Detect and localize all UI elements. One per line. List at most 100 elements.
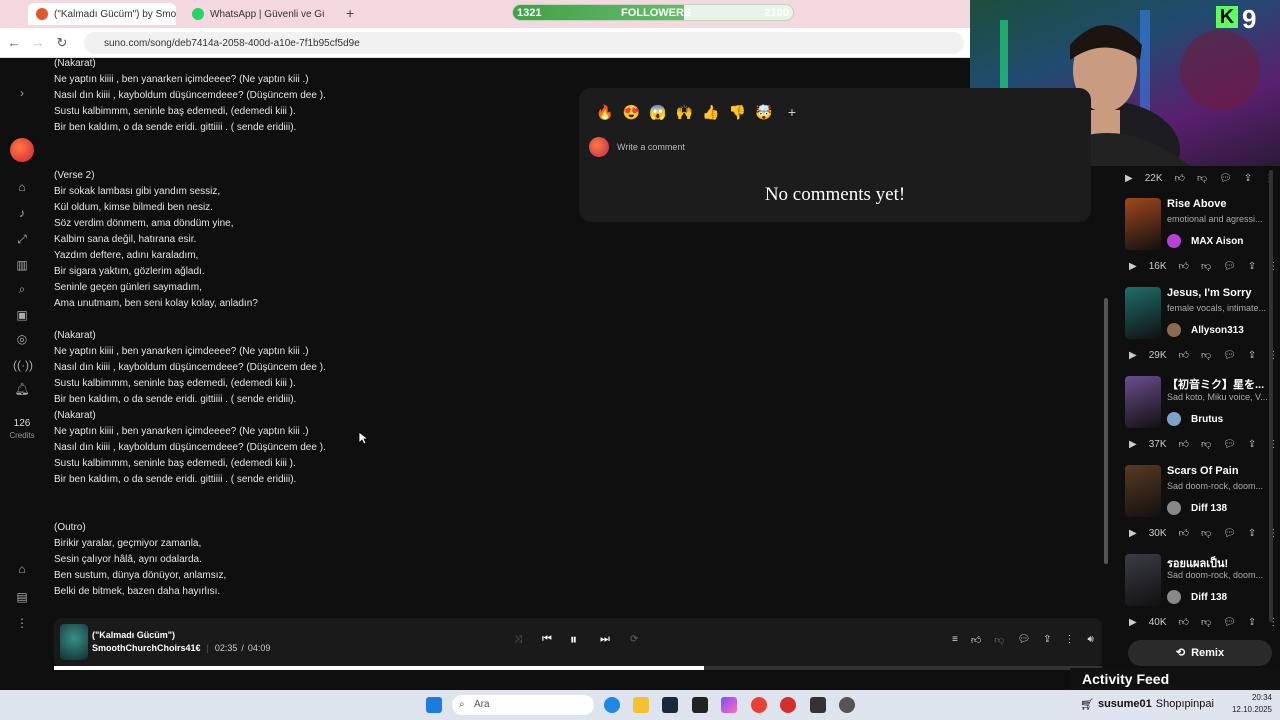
reaction-emoji[interactable]: 👍 xyxy=(701,102,721,122)
tab-whatsapp[interactable]: WhatsApp | Güvenli ve Güvenilir xyxy=(184,3,324,25)
file-explorer-icon[interactable] xyxy=(633,697,649,713)
dislike-icon[interactable]: 👎︎ xyxy=(1201,527,1211,539)
comment-icon[interactable]: 💬︎ xyxy=(1223,350,1236,361)
song-card[interactable]: Rise Above emotional and agressi... MAX Ai… xyxy=(1125,194,1278,283)
now-playing-cover[interactable] xyxy=(60,624,88,660)
previous-icon[interactable]: ⏮︎ xyxy=(542,633,552,646)
dislike-icon[interactable]: 👎︎ xyxy=(1197,172,1207,184)
reload-icon[interactable]: ↻ xyxy=(54,35,70,51)
song-thumbnail[interactable] xyxy=(1125,287,1161,339)
volume-icon[interactable]: 🔊︎ xyxy=(1088,634,1094,646)
studio-icon[interactable]: ▣ xyxy=(13,306,31,324)
scrollbar[interactable] xyxy=(1104,298,1108,564)
song-title[interactable]: 【初音ミク】星を... xyxy=(1167,376,1279,392)
edge-icon[interactable] xyxy=(604,697,620,713)
reaction-emoji[interactable]: 😍 xyxy=(622,102,642,122)
like-icon[interactable]: 👍︎ xyxy=(1179,260,1189,272)
song-card[interactable]: 【初音ミク】星を... Sad koto, Miku voice, V... Bru… xyxy=(1125,372,1278,461)
back-icon[interactable]: ← xyxy=(6,35,22,51)
comment-icon[interactable]: 💬︎ xyxy=(1223,617,1236,628)
like-icon[interactable]: 👍︎ xyxy=(1179,527,1189,539)
play-icon[interactable]: ▶ xyxy=(1129,261,1137,272)
like-icon[interactable]: 👍︎ xyxy=(1175,172,1185,184)
hooks-icon[interactable]: ◎ xyxy=(13,330,31,348)
copilot-icon[interactable] xyxy=(721,697,737,713)
chrome-icon[interactable] xyxy=(751,697,767,713)
share-icon[interactable]: ⇪ xyxy=(1248,261,1256,272)
reaction-emoji[interactable]: 🤯 xyxy=(754,102,774,122)
play-icon[interactable]: ▶ xyxy=(1129,617,1137,628)
more-options-icon[interactable]: ⋮ xyxy=(1065,634,1075,646)
song-author[interactable]: Brutus xyxy=(1167,412,1223,426)
queue-icon[interactable]: ≡ xyxy=(952,634,958,646)
gift-icon[interactable]: ⌂ xyxy=(13,560,31,578)
song-thumbnail[interactable] xyxy=(1125,198,1161,250)
expand-chevron-icon[interactable]: › xyxy=(13,84,31,102)
song-card[interactable]: Scars Of Pain Sad doom-rock, doom... Diff … xyxy=(1125,461,1278,550)
dislike-icon[interactable]: 👎︎ xyxy=(1201,616,1211,628)
dislike-icon[interactable]: 👎︎ xyxy=(1201,438,1211,450)
remix-button[interactable]: ⟲ Remix xyxy=(1128,640,1272,666)
song-thumbnail[interactable] xyxy=(1125,376,1161,428)
comment-icon[interactable]: 💬︎ xyxy=(1223,439,1236,450)
obs-icon[interactable] xyxy=(839,697,855,713)
suno-logo-icon[interactable] xyxy=(10,138,34,162)
taskbar-search[interactable]: ⌕ Ara xyxy=(452,695,594,715)
radio-icon[interactable]: ((·)) xyxy=(13,356,33,374)
share-icon[interactable]: ⇪ xyxy=(1043,634,1051,646)
play-icon[interactable]: ▶ xyxy=(1129,528,1137,539)
share-icon[interactable]: ⇪ xyxy=(1244,173,1252,184)
explore-icon[interactable]: ⤢ xyxy=(13,230,31,248)
comment-icon[interactable]: 💬︎ xyxy=(1017,634,1030,646)
song-author[interactable]: Allyson313 xyxy=(1167,323,1244,337)
add-reaction-button[interactable]: + xyxy=(782,102,802,122)
reaction-emoji[interactable]: 🙌 xyxy=(675,102,695,122)
epic-games-icon[interactable] xyxy=(692,697,708,713)
like-icon[interactable]: 👍︎ xyxy=(971,634,981,646)
steam-icon[interactable] xyxy=(662,697,678,713)
song-title[interactable]: Scars Of Pain xyxy=(1167,465,1279,477)
new-tab-button[interactable]: + xyxy=(346,5,354,21)
share-icon[interactable]: ⇪ xyxy=(1248,528,1256,539)
song-thumbnail[interactable] xyxy=(1125,465,1161,517)
library-icon[interactable]: ▥ xyxy=(13,256,31,274)
more-icon[interactable]: ⋮ xyxy=(13,614,31,632)
pause-button[interactable]: ⏸︎ xyxy=(570,631,577,648)
dislike-icon[interactable]: 👎︎ xyxy=(994,634,1004,646)
song-card[interactable]: รอยแผลเป็น! Sad doom-rock, doom... Diff 13… xyxy=(1125,550,1278,639)
comment-icon[interactable]: 💬︎ xyxy=(1219,173,1232,184)
share-icon[interactable]: ⇪ xyxy=(1248,350,1256,361)
home-icon[interactable]: ⌂ xyxy=(13,178,31,196)
like-icon[interactable]: 👍︎ xyxy=(1179,438,1189,450)
song-author[interactable]: Diff 138 xyxy=(1167,590,1227,604)
forward-icon[interactable]: → xyxy=(30,35,46,51)
search-icon[interactable]: ⌕ xyxy=(13,280,31,298)
tab-suno[interactable]: ("Kalmadı Gücüm") by Smo xyxy=(28,3,176,25)
right-scrollbar[interactable] xyxy=(1269,170,1273,622)
play-icon[interactable]: ▶ xyxy=(1129,350,1137,361)
play-icon[interactable]: ▶ xyxy=(1129,439,1137,450)
playback-progress[interactable] xyxy=(54,666,1102,670)
shuffle-icon[interactable]: ⤨ xyxy=(514,634,522,645)
notifications-icon[interactable]: 🔔︎ xyxy=(13,380,31,398)
opera-icon[interactable] xyxy=(780,697,796,713)
song-thumbnail[interactable] xyxy=(1125,554,1161,606)
comment-icon[interactable]: 💬︎ xyxy=(1223,528,1236,539)
song-author[interactable]: Diff 138 xyxy=(1167,501,1227,515)
now-playing-artist[interactable]: SmoothChurchChoirs41€ xyxy=(92,643,201,653)
now-playing-title[interactable]: ("Kalmadı Gücüm") xyxy=(92,630,175,640)
share-icon[interactable]: ⇪ xyxy=(1248,439,1256,450)
like-icon[interactable]: 👍︎ xyxy=(1179,349,1189,361)
comment-icon[interactable]: 💬︎ xyxy=(1223,261,1236,272)
play-icon[interactable]: ▶ xyxy=(1125,173,1133,184)
dislike-icon[interactable]: 👎︎ xyxy=(1201,349,1211,361)
reaction-emoji[interactable]: 🔥 xyxy=(595,102,615,122)
like-icon[interactable]: 👍︎ xyxy=(1179,616,1189,628)
dislike-icon[interactable]: 👎︎ xyxy=(1201,260,1211,272)
song-author[interactable]: MAX Aison xyxy=(1167,234,1243,248)
epic-launcher-icon[interactable] xyxy=(810,697,826,713)
song-card[interactable]: Jesus, I'm Sorry female vocals, intimate.… xyxy=(1125,283,1278,372)
windows-start-icon[interactable] xyxy=(426,697,442,713)
song-title[interactable]: Jesus, I'm Sorry xyxy=(1167,287,1279,299)
share-icon[interactable]: ⇪ xyxy=(1248,617,1256,628)
